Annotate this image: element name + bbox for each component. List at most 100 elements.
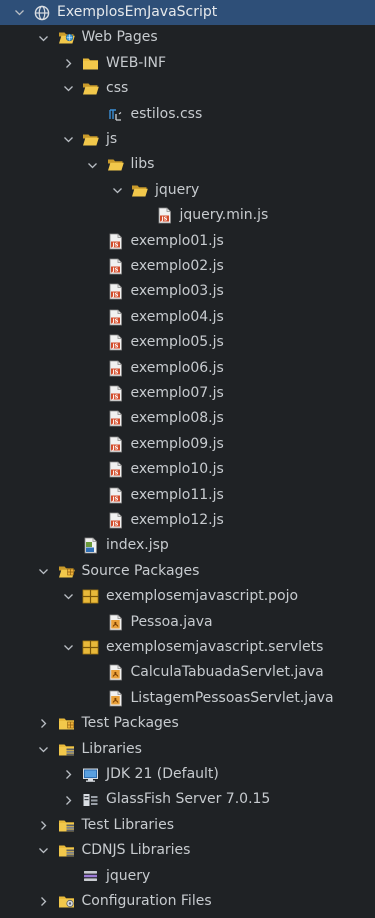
tree-node[interactable]: GlassFish Server 7.0.15 <box>0 787 375 812</box>
chevron-down-icon[interactable] <box>110 178 124 203</box>
tree-node[interactable]: JS exemplo03.js <box>0 279 375 304</box>
tree-node[interactable]: Configuration Files <box>0 889 375 914</box>
js-file-icon: JS <box>107 512 124 529</box>
svg-text:JS: JS <box>111 395 118 401</box>
libraries-folder-icon <box>58 817 75 834</box>
chevron-right-icon[interactable] <box>37 711 51 736</box>
chevron-right-icon[interactable] <box>61 762 75 787</box>
libraries-folder-icon <box>58 741 75 758</box>
js-file-icon: JS <box>107 410 124 427</box>
tree-node-label: Configuration Files <box>81 893 212 909</box>
chevron-down-icon[interactable] <box>37 737 51 762</box>
chevron-down-icon[interactable] <box>61 76 75 101</box>
tree-node[interactable]: JS exemplo08.js <box>0 406 375 431</box>
chevron-down-icon[interactable] <box>61 584 75 609</box>
chevron-down-icon[interactable] <box>37 838 51 863</box>
tree-node[interactable]: JS exemplo09.js <box>0 432 375 457</box>
folder-icon <box>82 55 99 72</box>
tree-node[interactable]: JS exemplo10.js <box>0 457 375 482</box>
tree-node-label: jquery.min.js <box>179 207 269 224</box>
tree-node[interactable]: CalculaTabuadaServlet.java <box>0 660 375 685</box>
tree-node[interactable]: jquery <box>0 178 375 203</box>
chevron-down-icon[interactable] <box>37 25 51 50</box>
svg-text:JS: JS <box>111 344 118 350</box>
js-file-icon: JS <box>107 436 124 453</box>
svg-text:JS: JS <box>111 471 118 477</box>
tree-node-label: exemplo09.js <box>130 435 224 452</box>
tree-node[interactable]: CDNJS Libraries <box>0 838 375 863</box>
tree-node[interactable]: JS exemplo04.js <box>0 305 375 330</box>
tree-node-label: index.jsp <box>106 537 169 554</box>
tree-node-label: Pessoa.java <box>130 613 213 630</box>
tree-node[interactable]: JS exemplo07.js <box>0 381 375 406</box>
tree-node[interactable]: JS exemplo06.js <box>0 356 375 381</box>
svg-text:JS: JS <box>111 445 118 451</box>
tree-node[interactable]: index.jsp <box>0 533 375 558</box>
js-file-icon: JS <box>107 461 124 478</box>
tree-node[interactable]: Test Packages <box>0 711 375 736</box>
tree-node[interactable]: JS exemplo12.js <box>0 508 375 533</box>
tree-node[interactable]: ExemplosEmJavaScript <box>0 0 375 26</box>
svg-text:JS: JS <box>111 496 118 502</box>
globe-project-icon <box>33 4 50 21</box>
libraries-folder-icon <box>58 842 75 859</box>
tree-node[interactable]: estilos.css <box>0 102 375 127</box>
tree-node[interactable]: exemplosemjavascript.servlets <box>0 635 375 660</box>
chevron-down-icon[interactable] <box>12 0 26 25</box>
chevron-down-icon[interactable] <box>86 152 100 177</box>
tree-node-label: exemplo01.js <box>130 232 224 249</box>
chevron-right-icon[interactable] <box>61 787 75 812</box>
tree-node[interactable]: css <box>0 76 375 101</box>
tree-node[interactable]: jquery <box>0 864 375 889</box>
tree-node[interactable]: Source Packages <box>0 559 375 584</box>
tree-node-label: Test Packages <box>81 715 179 732</box>
tree-node[interactable]: libs <box>0 152 375 177</box>
project-tree: ExemplosEmJavaScript Web Pages WEB-INF c… <box>0 0 375 918</box>
tree-node-label: jquery <box>155 181 200 198</box>
tree-node[interactable]: JDK 21 (Default) <box>0 762 375 787</box>
web-pages-folder-icon <box>58 29 75 46</box>
svg-text:JS: JS <box>160 217 167 223</box>
tree-node[interactable]: JS jquery.min.js <box>0 203 375 228</box>
js-file-icon: JS <box>107 283 124 300</box>
js-file-icon: JS <box>107 385 124 402</box>
tree-node[interactable]: JS exemplo11.js <box>0 483 375 508</box>
jdk-monitor-icon <box>82 766 99 783</box>
java-file-icon <box>107 690 124 707</box>
chevron-right-icon[interactable] <box>61 51 75 76</box>
test-packages-folder-icon <box>58 715 75 732</box>
tree-node[interactable]: Pessoa.java <box>0 610 375 635</box>
tree-node[interactable]: WEB-INF <box>0 51 375 76</box>
java-file-icon <box>107 614 124 631</box>
tree-node[interactable]: JS exemplo01.js <box>0 229 375 254</box>
tree-node[interactable]: Test Libraries <box>0 813 375 838</box>
package-icon <box>82 588 99 605</box>
tree-node-label: libs <box>130 156 155 173</box>
tree-node-label: exemplo06.js <box>130 359 224 376</box>
tree-node[interactable]: JS exemplo05.js <box>0 330 375 355</box>
tree-node-label: exemplo12.js <box>130 512 224 528</box>
folder-open-icon <box>131 182 148 199</box>
tree-node[interactable]: ListagemPessoasServlet.java <box>0 686 375 711</box>
tree-node[interactable]: JS exemplo02.js <box>0 254 375 279</box>
svg-text:JS: JS <box>111 268 118 274</box>
svg-text:JS: JS <box>111 318 118 324</box>
chevron-down-icon[interactable] <box>61 635 75 660</box>
tree-node-label: Libraries <box>81 740 142 757</box>
chevron-right-icon[interactable] <box>37 889 51 914</box>
js-file-icon: JS <box>107 258 124 275</box>
js-file-icon: JS <box>107 309 124 326</box>
tree-node-label: exemplosemjavascript.pojo <box>106 588 299 605</box>
tree-node-label: exemplo11.js <box>130 486 224 503</box>
source-packages-folder-icon <box>58 563 75 580</box>
library-stack-icon <box>82 868 99 885</box>
tree-node-label: JDK 21 (Default) <box>106 766 219 782</box>
js-file-icon: JS <box>107 233 124 250</box>
chevron-down-icon[interactable] <box>37 559 51 584</box>
chevron-right-icon[interactable] <box>37 813 51 838</box>
chevron-down-icon[interactable] <box>61 127 75 152</box>
tree-node[interactable]: exemplosemjavascript.pojo <box>0 584 375 609</box>
tree-node[interactable]: Libraries <box>0 737 375 762</box>
tree-node[interactable]: Web Pages <box>0 25 375 50</box>
tree-node[interactable]: js <box>0 127 375 152</box>
